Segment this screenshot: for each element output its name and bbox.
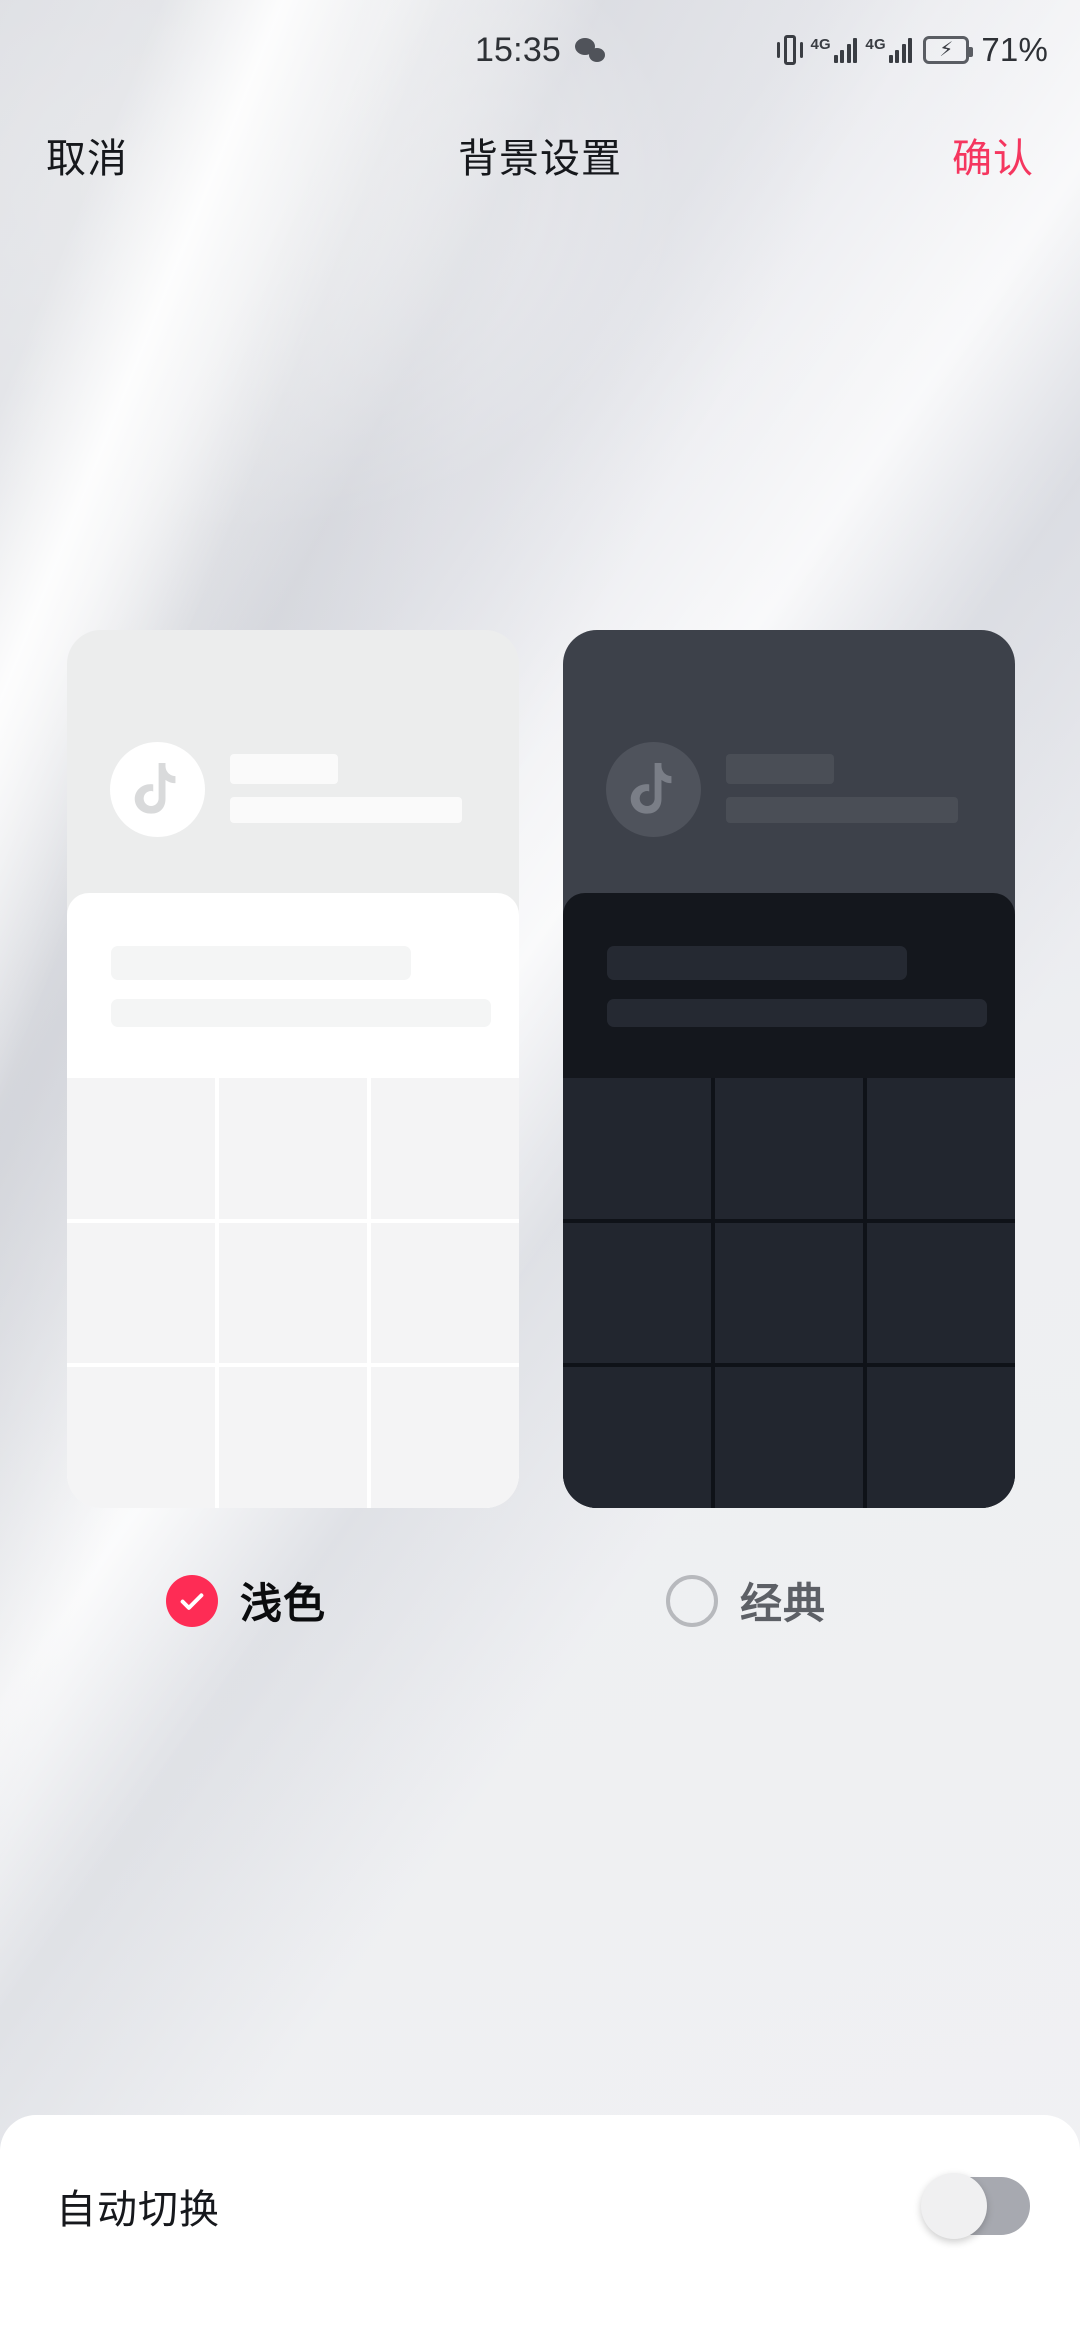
sim1-signal-icon: 4G bbox=[811, 37, 858, 63]
placeholder-line bbox=[726, 797, 958, 823]
grid-cell bbox=[67, 1367, 215, 1508]
grid-cell bbox=[67, 1222, 215, 1364]
grid-cell bbox=[563, 1222, 711, 1364]
grid-cell bbox=[371, 1078, 519, 1219]
placeholder-line bbox=[230, 754, 338, 784]
sim2-network-label: 4G bbox=[865, 36, 886, 53]
preview-header-classic bbox=[563, 630, 1015, 893]
grid-cell bbox=[219, 1222, 367, 1364]
theme-preview-row bbox=[0, 630, 1080, 1520]
theme-preview-light[interactable] bbox=[67, 630, 519, 1508]
status-bar: 15:35 4G 4G ⚡ 71% bbox=[0, 0, 1080, 100]
placeholder-line bbox=[111, 999, 491, 1027]
placeholder-line bbox=[607, 999, 987, 1027]
grid-cell bbox=[563, 1367, 711, 1508]
auto-switch-toggle[interactable] bbox=[921, 2173, 1030, 2239]
avatar bbox=[110, 742, 205, 837]
preview-content-panel-classic bbox=[563, 893, 1015, 1078]
preview-content-panel-light bbox=[67, 893, 519, 1078]
placeholder-line bbox=[726, 754, 834, 784]
placeholder-line bbox=[607, 946, 907, 980]
sim1-network-label: 4G bbox=[810, 36, 831, 53]
grid-cell bbox=[563, 1078, 711, 1219]
grid-cell bbox=[867, 1222, 1015, 1364]
theme-preview-classic[interactable] bbox=[563, 630, 1015, 1508]
grid-cell bbox=[867, 1367, 1015, 1508]
preview-header-placeholder-lines bbox=[726, 754, 958, 823]
status-bar-center: 15:35 bbox=[474, 30, 606, 70]
check-circle-icon[interactable] bbox=[166, 1574, 218, 1627]
placeholder-line bbox=[230, 797, 462, 823]
douyin-music-note-icon bbox=[630, 762, 671, 814]
confirm-button[interactable]: 确认 bbox=[952, 126, 1034, 184]
preview-header-placeholder-lines bbox=[230, 754, 462, 823]
preview-grid-classic bbox=[563, 1078, 1015, 1508]
theme-option-classic-label: 经典 bbox=[740, 1580, 827, 1627]
grid-cell bbox=[715, 1367, 863, 1508]
grid-cell bbox=[371, 1367, 519, 1508]
status-time: 15:35 bbox=[474, 30, 562, 69]
grid-cell bbox=[715, 1078, 863, 1219]
header-bar: 取消 背景设置 确认 bbox=[0, 100, 1080, 210]
theme-option-light-label: 浅色 bbox=[240, 1580, 327, 1627]
grid-cell bbox=[371, 1222, 519, 1364]
placeholder-line bbox=[111, 946, 411, 980]
theme-option-light[interactable]: 浅色 bbox=[166, 1570, 326, 1631]
status-bar-right: 4G 4G ⚡ 71% bbox=[776, 31, 1049, 69]
theme-option-classic[interactable]: 经典 bbox=[666, 1570, 826, 1631]
grid-cell bbox=[867, 1078, 1015, 1219]
preview-grid-light bbox=[67, 1078, 519, 1508]
grid-cell bbox=[67, 1078, 215, 1219]
grid-cell bbox=[715, 1222, 863, 1364]
radio-empty-icon[interactable] bbox=[666, 1574, 718, 1627]
auto-switch-label: 自动切换 bbox=[56, 2188, 220, 2232]
douyin-music-note-icon bbox=[134, 762, 175, 814]
vibrate-mode-icon bbox=[776, 33, 803, 67]
battery-percent: 71% bbox=[981, 31, 1048, 68]
preview-header-light bbox=[67, 630, 519, 893]
toggle-knob bbox=[921, 2173, 987, 2239]
bottom-settings-panel: 自动切换 bbox=[0, 2115, 1080, 2340]
theme-option-row: 浅色 经典 bbox=[0, 1570, 1080, 1680]
sim2-signal-icon: 4G bbox=[865, 36, 913, 63]
page-title: 背景设置 bbox=[458, 137, 622, 181]
grid-cell bbox=[219, 1367, 367, 1508]
battery-charging-icon: ⚡ bbox=[923, 36, 974, 64]
avatar bbox=[606, 742, 701, 837]
grid-cell bbox=[219, 1078, 367, 1219]
wechat-icon bbox=[575, 38, 606, 62]
